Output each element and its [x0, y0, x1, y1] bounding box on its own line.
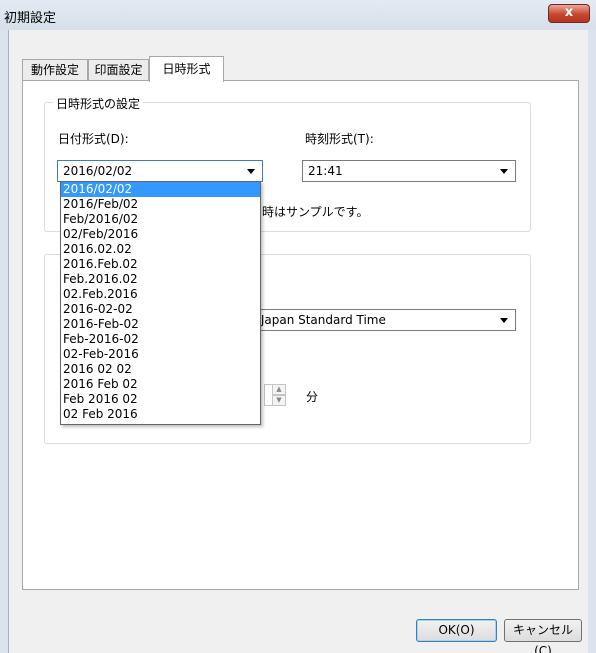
spin-up-icon[interactable]: ▲: [272, 384, 286, 395]
date-format-label: 日付形式(D):: [58, 132, 129, 146]
tab-operation-settings[interactable]: 動作設定: [22, 59, 88, 81]
date-option[interactable]: 02-Feb-2016: [61, 347, 260, 362]
window-title: 初期設定: [4, 11, 57, 26]
date-option[interactable]: 2016 02 02: [61, 362, 260, 377]
time-format-combobox[interactable]: 21:41: [302, 160, 516, 182]
title-bar[interactable]: 初期設定 x: [0, 0, 596, 30]
chevron-down-icon: [247, 169, 255, 174]
date-option[interactable]: Feb-2016-02: [61, 332, 260, 347]
dialog-window: 初期設定 x 動作設定 印面設定 日時形式 日時形式の設定 日付形式(D): 時…: [0, 0, 596, 653]
minutes-spinner[interactable]: ▲ ▼: [272, 384, 286, 406]
chevron-down-icon: [500, 169, 508, 174]
tab-stamp-settings[interactable]: 印面設定: [88, 59, 149, 81]
date-option[interactable]: 2016.02.02: [61, 242, 260, 257]
date-option[interactable]: 02 Feb 2016: [61, 407, 260, 422]
date-option[interactable]: 2016-02-02: [61, 302, 260, 317]
date-option[interactable]: 02.Feb.2016: [61, 287, 260, 302]
date-option[interactable]: Feb 2016 02: [61, 392, 260, 407]
sample-note-text: 時はサンプルです。: [262, 205, 369, 219]
chevron-down-icon: [500, 318, 508, 323]
date-format-dropdown-list[interactable]: 2016/02/02 2016/Feb/02 Feb/2016/02 02/Fe…: [60, 181, 261, 425]
date-option[interactable]: 2016/Feb/02: [61, 197, 260, 212]
tab-datetime-format[interactable]: 日時形式: [149, 56, 224, 82]
datetime-group-title: 日時形式の設定: [53, 95, 144, 112]
date-format-combobox[interactable]: 2016/02/02: [57, 160, 263, 182]
time-format-value: 21:41: [308, 164, 343, 178]
minutes-input[interactable]: [264, 384, 272, 406]
cancel-button[interactable]: キャンセル(C): [504, 619, 582, 653]
time-format-label: 時刻形式(T):: [305, 132, 374, 146]
date-option[interactable]: 2016.Feb.02: [61, 257, 260, 272]
minutes-unit-label: 分: [306, 390, 319, 404]
date-format-value: 2016/02/02: [63, 164, 133, 178]
ok-button[interactable]: OK(O): [416, 619, 497, 642]
date-option[interactable]: 2016 Feb 02: [61, 377, 260, 392]
date-option[interactable]: 02/Feb/2016: [61, 227, 260, 242]
date-option[interactable]: 2016-Feb-02: [61, 317, 260, 332]
timezone-combobox[interactable]: T) Japan Standard Time: [240, 309, 516, 331]
date-option[interactable]: 2016/02/02: [61, 182, 260, 197]
spin-down-icon[interactable]: ▼: [272, 395, 286, 406]
date-option[interactable]: Feb/2016/02: [61, 212, 260, 227]
close-button[interactable]: x: [548, 4, 590, 23]
timezone-value: T) Japan Standard Time: [245, 313, 386, 327]
date-option[interactable]: Feb.2016.02: [61, 272, 260, 287]
